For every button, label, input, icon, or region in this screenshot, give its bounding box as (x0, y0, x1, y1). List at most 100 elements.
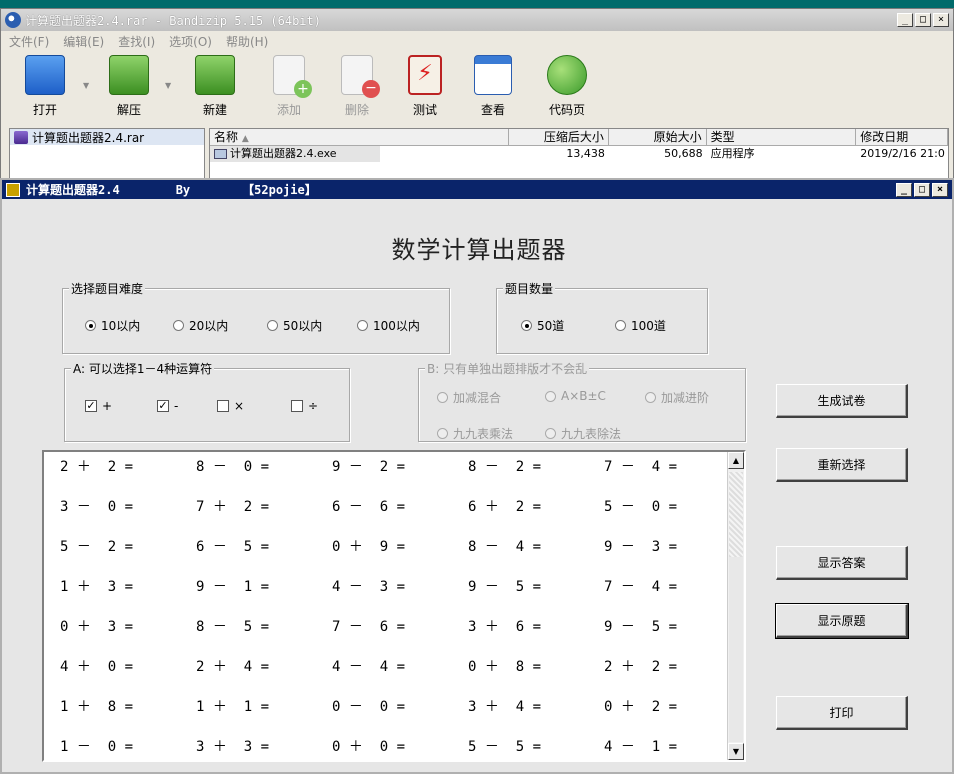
close-button[interactable]: × (933, 13, 949, 27)
single-mode-group: B: 只有单独出题排版才不会乱 加减混合 A×B±C 加减进阶 九九表乘法 九九… (418, 360, 746, 442)
tree-item-archive[interactable]: 计算题出题器2.4.rar (10, 129, 204, 145)
problem-item: 8 － 4 = (468, 539, 542, 555)
radio-axb-c[interactable]: A×B±C (545, 389, 606, 403)
problem-item: 0 ＋ 3 = (60, 619, 134, 635)
radio-difficulty-20[interactable]: 20以内 (173, 317, 228, 334)
problem-item: 4 ＋ 0 = (60, 659, 134, 675)
single-mode-legend: B: 只有单独出题排版才不会乱 (425, 360, 590, 377)
problem-item: 1 － 0 = (60, 739, 134, 755)
extract-dropdown-icon[interactable]: ▼ (165, 81, 171, 90)
title-site: 【52pojie】 (242, 183, 317, 197)
extract-button[interactable]: 解压 (99, 55, 159, 118)
column-name[interactable]: 名称 ▲ (210, 129, 510, 145)
menu-help[interactable]: 帮助(H) (226, 33, 268, 50)
column-type[interactable]: 类型 (707, 129, 857, 145)
radio-difficulty-100[interactable]: 100以内 (357, 317, 420, 334)
problem-item: 6 － 6 = (332, 499, 406, 515)
problem-item: 0 ＋ 0 = (332, 739, 406, 755)
close-button[interactable]: × (932, 182, 948, 197)
new-archive-button[interactable]: 新建 (185, 55, 245, 118)
menu-options[interactable]: 选项(O) (169, 33, 212, 50)
problem-item: 7 ＋ 2 = (196, 499, 270, 515)
problem-row: 2 ＋ 2 = 8 － 0 = 9 － 2 = 8 － 2 = 7 － 4 = (44, 456, 734, 476)
show-answers-button[interactable]: 显示答案 (776, 546, 908, 580)
checkbox-minus[interactable]: ✓ - (157, 399, 178, 413)
problem-item: 8 － 5 = (196, 619, 270, 635)
problem-item: 3 ＋ 3 = (196, 739, 270, 755)
problem-item: 7 － 4 = (604, 459, 678, 475)
problem-row: 0 ＋ 3 = 8 － 5 = 7 － 6 = 3 ＋ 6 = 9 － 5 = (44, 616, 734, 636)
column-modified[interactable]: 修改日期 (856, 129, 948, 145)
problem-row: 5 － 2 = 6 － 5 = 0 ＋ 9 = 8 － 4 = 9 － 3 = (44, 536, 734, 556)
radio-selected-icon (521, 320, 532, 331)
menu-file[interactable]: 文件(F) (9, 33, 49, 50)
add-file-icon: + (273, 55, 312, 98)
problem-row: 1 ＋ 3 = 9 － 1 = 4 － 3 = 9 － 5 = 7 － 4 = (44, 576, 734, 596)
print-button[interactable]: 打印 (776, 696, 908, 730)
radio-times-table-divide[interactable]: 九九表除法 (545, 425, 621, 442)
problem-list[interactable]: ▲ ▼ 2 ＋ 2 = 8 － 0 = 9 － 2 = 8 － 2 = 7 － 4 = 3… (42, 450, 746, 762)
radio-add-sub-mix[interactable]: 加减混合 (437, 389, 501, 406)
column-compressed[interactable]: 压缩后大小 (509, 129, 609, 145)
test-button[interactable]: ⚡ 测试 (395, 55, 455, 118)
maximize-button[interactable]: □ (915, 13, 931, 27)
show-original-button[interactable]: 显示原题 (775, 603, 909, 639)
menu-edit[interactable]: 编辑(E) (63, 33, 104, 50)
column-original[interactable]: 原始大小 (609, 129, 707, 145)
problem-item: 2 ＋ 2 = (60, 459, 134, 475)
problem-item: 9 － 5 = (604, 619, 678, 635)
problem-row: 1 ＋ 8 = 1 ＋ 1 = 0 － 0 = 3 ＋ 4 = 0 ＋ 2 = (44, 696, 734, 716)
radio-difficulty-10[interactable]: 10以内 (85, 317, 140, 334)
file-list: 名称 ▲ 压缩后大小 原始大小 类型 修改日期 计算题出题器2.4.exe 13… (209, 128, 949, 182)
reset-button[interactable]: 重新选择 (776, 448, 908, 482)
radio-count-50[interactable]: 50道 (521, 317, 564, 334)
checkbox-multiply[interactable]: × (217, 399, 244, 413)
problem-item: 1 ＋ 1 = (196, 699, 270, 715)
operators-legend: A: 可以选择1－4种运算符 (71, 360, 215, 377)
menu-find[interactable]: 查找(I) (118, 33, 155, 50)
radio-add-sub-advanced[interactable]: 加减进阶 (645, 389, 709, 406)
radio-times-table-multiply[interactable]: 九九表乘法 (437, 425, 513, 442)
radio-difficulty-50[interactable]: 50以内 (267, 317, 322, 334)
radio-count-100[interactable]: 100道 (615, 317, 666, 334)
radio-selected-icon (85, 320, 96, 331)
bandizip-app-icon (5, 12, 21, 28)
open-dropdown-icon[interactable]: ▼ (83, 81, 89, 90)
rar-icon (14, 130, 28, 144)
file-modified: 2019/2/16 21:0 (860, 147, 945, 160)
open-button[interactable]: 打开 (15, 55, 75, 118)
checkmark-icon: ✓ (157, 399, 169, 412)
codepage-button[interactable]: 代码页 (537, 55, 597, 118)
checkbox-plus[interactable]: ✓ + (85, 399, 112, 413)
delete-button[interactable]: − 删除 (327, 55, 387, 118)
problem-item: 4 － 1 = (604, 739, 678, 755)
problem-item: 5 － 0 = (604, 499, 678, 515)
bandizip-panes: 计算题出题器2.4.rar 名称 ▲ 压缩后大小 原始大小 类型 修改日期 计算… (9, 128, 949, 182)
minimize-button[interactable]: _ (897, 13, 913, 27)
view-button[interactable]: 查看 (463, 55, 523, 118)
problem-item: 1 ＋ 8 = (60, 699, 134, 715)
generate-button[interactable]: 生成试卷 (776, 384, 908, 418)
app-icon (6, 182, 20, 197)
radio-icon (437, 392, 448, 403)
file-list-header: 名称 ▲ 压缩后大小 原始大小 类型 修改日期 (210, 129, 948, 146)
difficulty-legend: 选择题目难度 (69, 280, 146, 297)
checkmark-icon: ✓ (85, 399, 97, 412)
problem-item: 5 － 2 = (60, 539, 134, 555)
problem-item: 2 ＋ 4 = (196, 659, 270, 675)
add-button[interactable]: + 添加 (259, 55, 319, 118)
exe-icon (214, 149, 227, 159)
maximize-button[interactable]: □ (914, 182, 930, 197)
problem-item: 9 － 3 = (604, 539, 678, 555)
radio-icon (357, 320, 368, 331)
minimize-button[interactable]: _ (896, 182, 912, 197)
file-original: 50,688 (664, 147, 703, 160)
bandizip-title-bar: 计算题出题器2.4.rar - Bandizip 5.15 (64bit) _ … (1, 9, 953, 31)
operators-group: A: 可以选择1－4种运算符 ✓ + ✓ - × ÷ (64, 360, 350, 442)
file-row[interactable]: 计算题出题器2.4.exe 13,438 50,688 应用程序 2019/2/… (210, 146, 948, 162)
radio-icon (437, 428, 448, 439)
checkbox-divide[interactable]: ÷ (291, 399, 318, 413)
checkbox-empty-icon (217, 400, 229, 412)
sort-ascending-icon: ▲ (241, 134, 249, 144)
problem-row: 1 － 0 = 3 ＋ 3 = 0 ＋ 0 = 5 － 5 = 4 － 1 = (44, 736, 734, 756)
